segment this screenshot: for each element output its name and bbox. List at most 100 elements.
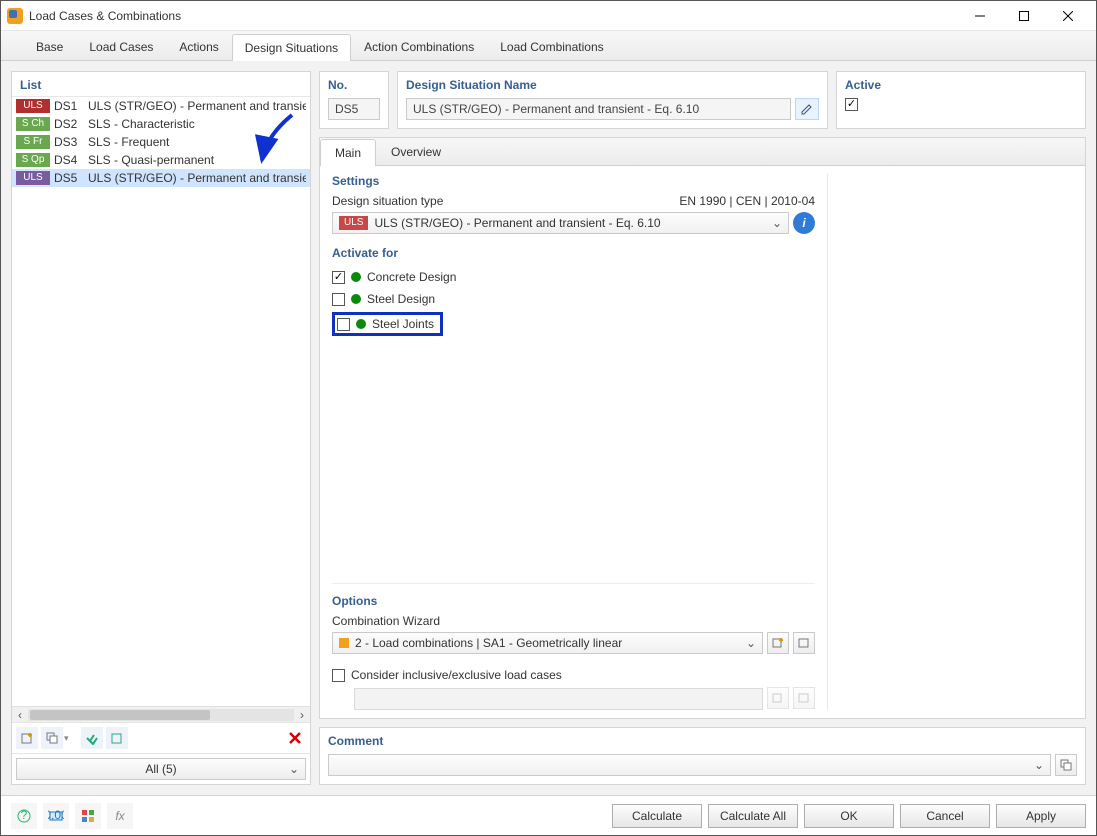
svg-text:?: ?: [21, 808, 28, 822]
tab-base[interactable]: Base: [23, 33, 76, 60]
tab-actions[interactable]: Actions: [166, 33, 231, 60]
comment-field[interactable]: ⌄: [328, 754, 1051, 776]
chevron-down-icon: ⌄: [289, 762, 299, 776]
ds-id: DS5: [54, 171, 84, 185]
dsit-value: ULS (STR/GEO) - Permanent and transient …: [374, 216, 660, 230]
delete-button[interactable]: [284, 727, 306, 749]
scroll-left-icon[interactable]: ‹: [12, 708, 28, 722]
minimize-button[interactable]: [958, 1, 1002, 31]
steel-design-checkbox[interactable]: [332, 293, 345, 306]
chevron-down-icon: ⌄: [772, 216, 782, 230]
inner-tab-main[interactable]: Main: [320, 139, 376, 166]
wizard-new-button[interactable]: [767, 632, 789, 654]
tab-load-combinations[interactable]: Load Combinations: [487, 33, 616, 60]
no-label: No.: [328, 78, 380, 92]
list-row[interactable]: ULS DS5 ULS (STR/GEO) - Permanent and tran…: [12, 169, 310, 187]
inclusive-exclusive-checkbox[interactable]: [332, 669, 345, 682]
new-item-button[interactable]: [16, 727, 38, 749]
wizard-value: 2 - Load combinations | SA1 - Geometrica…: [355, 636, 622, 650]
ds-id: DS3: [54, 135, 84, 149]
wizard-select[interactable]: 2 - Load combinations | SA1 - Geometrica…: [332, 632, 763, 654]
status-dot-icon: [351, 272, 361, 282]
horizontal-scrollbar[interactable]: ‹ ›: [12, 706, 310, 722]
badge: ULS: [16, 171, 50, 185]
svg-text:0,00: 0,00: [48, 808, 64, 822]
ok-button[interactable]: OK: [804, 804, 894, 828]
dsit-spec: EN 1990 | CEN | 2010-04: [679, 194, 815, 208]
edit-name-button[interactable]: [795, 98, 819, 120]
chevron-down-icon: ⌄: [1034, 758, 1044, 772]
badge: S Qp: [16, 153, 50, 167]
comment-panel: Comment ⌄: [319, 727, 1086, 785]
titlebar: Load Cases & Combinations: [1, 1, 1096, 31]
ds-id: DS2: [54, 117, 84, 131]
calculate-button[interactable]: Calculate: [612, 804, 702, 828]
ds-name: SLS - Frequent: [88, 135, 306, 149]
no-panel: No. DS5: [319, 71, 389, 129]
chevron-down-icon: ⌄: [746, 636, 756, 650]
inclusive-exclusive-label: Consider inclusive/exclusive load cases: [351, 668, 562, 682]
calculate-all-button[interactable]: Calculate All: [708, 804, 798, 828]
inner-tab-overview[interactable]: Overview: [376, 138, 456, 165]
inclusive-exclusive-field: [354, 688, 763, 710]
tab-action-combinations[interactable]: Action Combinations: [351, 33, 487, 60]
function-button[interactable]: fx: [107, 803, 133, 829]
scroll-right-icon[interactable]: ›: [294, 708, 310, 722]
concrete-design-label: Concrete Design: [367, 270, 456, 284]
ds-name: ULS (STR/GEO) - Permanent and transient …: [88, 171, 306, 185]
ds-id: DS4: [54, 153, 84, 167]
name-label: Design Situation Name: [406, 78, 819, 92]
tab-design-situations[interactable]: Design Situations: [232, 34, 351, 61]
wizard-edit-button[interactable]: [793, 632, 815, 654]
list-row[interactable]: S Fr DS3 SLS - Frequent: [12, 133, 310, 151]
dsit-type-select[interactable]: ULS ULS (STR/GEO) - Permanent and transi…: [332, 212, 789, 234]
activate-heading: Activate for: [332, 246, 815, 260]
filter-select[interactable]: All (5) ⌄: [16, 758, 306, 780]
color-button[interactable]: [75, 803, 101, 829]
badge: ULS: [16, 99, 50, 113]
wizard-label: Combination Wizard: [332, 614, 815, 628]
check-all-button[interactable]: [81, 727, 103, 749]
uncheck-all-button[interactable]: [106, 727, 128, 749]
details-panel: Main Overview Settings Design situation …: [319, 137, 1086, 719]
list-row[interactable]: S Ch DS2 SLS - Characteristic: [12, 115, 310, 133]
footer: ? 0,00 fx Calculate Calculate All OK Can…: [1, 795, 1096, 835]
steel-design-label: Steel Design: [367, 292, 435, 306]
maximize-button[interactable]: [1002, 1, 1046, 31]
scroll-thumb[interactable]: [30, 710, 210, 720]
dsit-badge: ULS: [339, 216, 368, 230]
steel-joints-label: Steel Joints: [372, 317, 434, 331]
apply-button[interactable]: Apply: [996, 804, 1086, 828]
steel-joints-highlight: Steel Joints: [332, 312, 443, 336]
incexc-edit-button: [793, 687, 815, 709]
badge: S Fr: [16, 135, 50, 149]
ds-name: SLS - Characteristic: [88, 117, 306, 131]
badge: S Ch: [16, 117, 50, 131]
units-button[interactable]: 0,00: [43, 803, 69, 829]
name-panel: Design Situation Name ULS (STR/GEO) - Pe…: [397, 71, 828, 129]
active-label: Active: [845, 78, 1077, 92]
active-checkbox[interactable]: [845, 98, 858, 111]
list-body[interactable]: ULSDS1ULS (STR/GEO) - Permanent and tran…: [12, 97, 310, 706]
list-row[interactable]: ULSDS1ULS (STR/GEO) - Permanent and tran…: [12, 97, 310, 115]
wizard-color-icon: [339, 638, 349, 648]
cancel-button[interactable]: Cancel: [900, 804, 990, 828]
info-button[interactable]: i: [793, 212, 815, 234]
status-dot-icon: [356, 319, 366, 329]
list-row[interactable]: S Qp DS4 SLS - Quasi-permanent: [12, 151, 310, 169]
name-field[interactable]: ULS (STR/GEO) - Permanent and transient …: [406, 98, 791, 120]
active-panel: Active: [836, 71, 1086, 129]
concrete-design-checkbox[interactable]: [332, 271, 345, 284]
status-dot-icon: [351, 294, 361, 304]
copy-item-button[interactable]: [41, 727, 63, 749]
help-button[interactable]: ?: [11, 803, 37, 829]
ds-name: SLS - Quasi-permanent: [88, 153, 306, 167]
tab-load-cases[interactable]: Load Cases: [76, 33, 166, 60]
comment-library-button[interactable]: [1055, 754, 1077, 776]
window-title: Load Cases & Combinations: [29, 9, 958, 23]
svg-text:fx: fx: [115, 809, 125, 823]
close-button[interactable]: [1046, 1, 1090, 31]
list-toolbar: ▾: [12, 722, 310, 753]
steel-joints-checkbox[interactable]: [337, 318, 350, 331]
no-field[interactable]: DS5: [328, 98, 380, 120]
